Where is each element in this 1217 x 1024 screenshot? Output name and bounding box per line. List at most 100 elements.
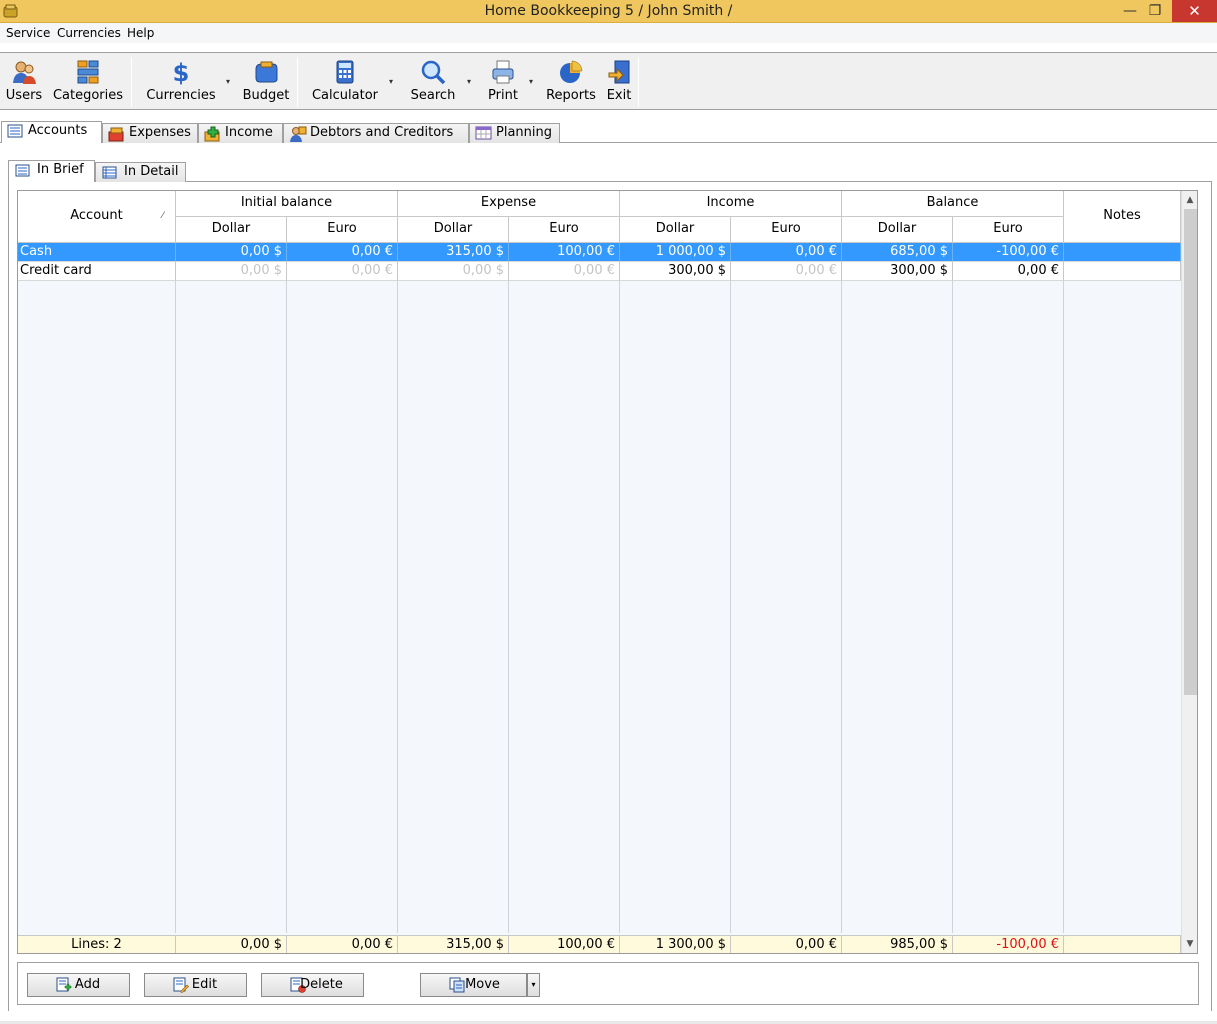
exit-door-icon [608, 60, 630, 84]
total-notes [1064, 935, 1181, 953]
calculator-button[interactable]: Calculator [310, 59, 380, 109]
scroll-up-icon[interactable]: ▲ [1182, 192, 1197, 208]
cell-notes[interactable] [1064, 262, 1181, 281]
tab-planning[interactable]: Planning [469, 123, 560, 143]
add-icon [56, 977, 72, 992]
tab-expenses[interactable]: Expenses [102, 123, 198, 143]
main-tabs: Accounts Expenses Income Debtors and Cre… [0, 121, 1217, 143]
menu-help[interactable]: Help [127, 26, 154, 40]
toolbar: Users Categories $ Currencies ▾ Budget C… [0, 52, 1217, 110]
search-dropdown-icon[interactable]: ▾ [467, 77, 471, 86]
currencies-dropdown-icon[interactable]: ▾ [226, 77, 230, 86]
close-button[interactable]: ✕ [1172, 0, 1217, 22]
cell-expense-euro[interactable]: 100,00 € [509, 243, 620, 262]
cell-balance-dollar[interactable]: 685,00 $ [842, 243, 953, 262]
print-dropdown-icon[interactable]: ▾ [529, 77, 533, 86]
scroll-down-icon[interactable]: ▼ [1182, 936, 1197, 952]
delete-button[interactable]: Delete [261, 973, 364, 997]
debtors-icon [290, 126, 307, 142]
column-header-expense-euro[interactable]: Euro [509, 217, 620, 243]
cell-account[interactable]: Cash [18, 243, 176, 262]
exit-button[interactable]: Exit [603, 59, 635, 109]
search-button[interactable]: Search [407, 59, 459, 109]
table-row[interactable]: Cash 0,00 $0,00 €315,00 $100,00 €1 000,00… [18, 243, 1181, 262]
cell-expense-euro[interactable]: 0,00 € [509, 262, 620, 281]
add-button[interactable]: Add [27, 973, 130, 997]
reports-button[interactable]: Reports [544, 59, 598, 109]
move-label: Move [465, 977, 500, 992]
cell-expense-dollar[interactable]: 315,00 $ [398, 243, 509, 262]
group-header-initial-balance: Initial balance [176, 191, 398, 217]
cell-initial-euro[interactable]: 0,00 € [287, 243, 398, 262]
tab-income-label: Income [225, 125, 273, 140]
column-divider [619, 281, 620, 933]
column-header-expense-dollar[interactable]: Dollar [398, 217, 509, 243]
subtab-in-brief[interactable]: In Brief [8, 160, 95, 182]
menu-currencies[interactable]: Currencies [57, 26, 121, 40]
cell-notes[interactable] [1064, 243, 1181, 262]
users-label: Users [5, 88, 43, 103]
account-header-label: Account [70, 208, 123, 223]
total-balance-euro: -100,00 € [953, 935, 1064, 953]
column-divider [508, 281, 509, 933]
move-dropdown-icon[interactable]: ▾ [527, 973, 540, 997]
maximize-button[interactable]: ❐ [1143, 0, 1167, 22]
budget-button[interactable]: Budget [241, 59, 291, 109]
planning-calendar-icon [475, 126, 492, 140]
cell-balance-euro[interactable]: -100,00 € [953, 243, 1064, 262]
cell-balance-euro[interactable]: 0,00 € [953, 262, 1064, 281]
cell-initial-dollar[interactable]: 0,00 $ [176, 262, 287, 281]
exit-label: Exit [606, 88, 632, 103]
print-button[interactable]: Print [484, 59, 522, 109]
total-expense-dollar: 315,00 $ [398, 935, 509, 953]
cell-initial-dollar[interactable]: 0,00 $ [176, 243, 287, 262]
tab-expenses-label: Expenses [129, 125, 191, 140]
column-header-balance-dollar[interactable]: Dollar [842, 217, 953, 243]
column-header-initial-euro[interactable]: Euro [287, 217, 398, 243]
users-button[interactable]: Users [4, 59, 44, 109]
pie-chart-icon [560, 60, 583, 83]
svg-text:$: $ [173, 59, 190, 85]
subtab-in-detail-label: In Detail [124, 164, 179, 179]
search-icon [421, 60, 446, 85]
cell-expense-dollar[interactable]: 0,00 $ [398, 262, 509, 281]
wallet-icon [255, 61, 278, 83]
window-title: Home Bookkeeping 5 / John Smith / [484, 3, 733, 19]
cell-income-dollar[interactable]: 1 000,00 $ [620, 243, 731, 262]
column-header-notes[interactable]: Notes [1064, 191, 1181, 243]
tab-income[interactable]: Income [198, 123, 283, 143]
lines-count: Lines: 2 [18, 935, 176, 953]
minimize-button[interactable]: — [1118, 0, 1142, 22]
column-divider [286, 281, 287, 933]
categories-icon [77, 60, 99, 84]
tab-accounts[interactable]: Accounts [1, 121, 102, 143]
currencies-button[interactable]: $ Currencies [145, 59, 217, 109]
column-divider [1063, 281, 1064, 933]
accounts-grid[interactable]: Account ⁄ Initial balance Expense Income… [17, 190, 1198, 954]
cell-balance-dollar[interactable]: 300,00 $ [842, 262, 953, 281]
column-header-account[interactable]: Account ⁄ [18, 191, 176, 243]
edit-button[interactable]: Edit [144, 973, 247, 997]
vertical-scrollbar[interactable]: ▲ ▼ [1181, 191, 1197, 953]
in-detail-icon [102, 166, 117, 179]
column-header-balance-euro[interactable]: Euro [953, 217, 1064, 243]
calculator-icon [336, 60, 354, 84]
menu-service[interactable]: Service [6, 26, 50, 40]
calculator-dropdown-icon[interactable]: ▾ [389, 77, 393, 86]
column-header-income-dollar[interactable]: Dollar [620, 217, 731, 243]
cell-income-dollar[interactable]: 300,00 $ [620, 262, 731, 281]
tab-debtors-creditors[interactable]: Debtors and Creditors [283, 123, 469, 143]
scrollbar-thumb[interactable] [1184, 209, 1197, 695]
subtab-in-detail[interactable]: In Detail [95, 162, 186, 182]
total-income-dollar: 1 300,00 $ [620, 935, 731, 953]
cell-income-euro[interactable]: 0,00 € [731, 243, 842, 262]
cell-account[interactable]: Credit card [18, 262, 176, 281]
column-header-initial-dollar[interactable]: Dollar [176, 217, 287, 243]
table-row[interactable]: Credit card 0,00 $0,00 €0,00 $0,00 €300,0… [18, 262, 1181, 281]
cell-income-euro[interactable]: 0,00 € [731, 262, 842, 281]
column-header-income-euro[interactable]: Euro [731, 217, 842, 243]
move-button[interactable]: Move [420, 973, 527, 997]
column-divider [175, 281, 176, 933]
cell-initial-euro[interactable]: 0,00 € [287, 262, 398, 281]
categories-button[interactable]: Categories [52, 59, 124, 109]
